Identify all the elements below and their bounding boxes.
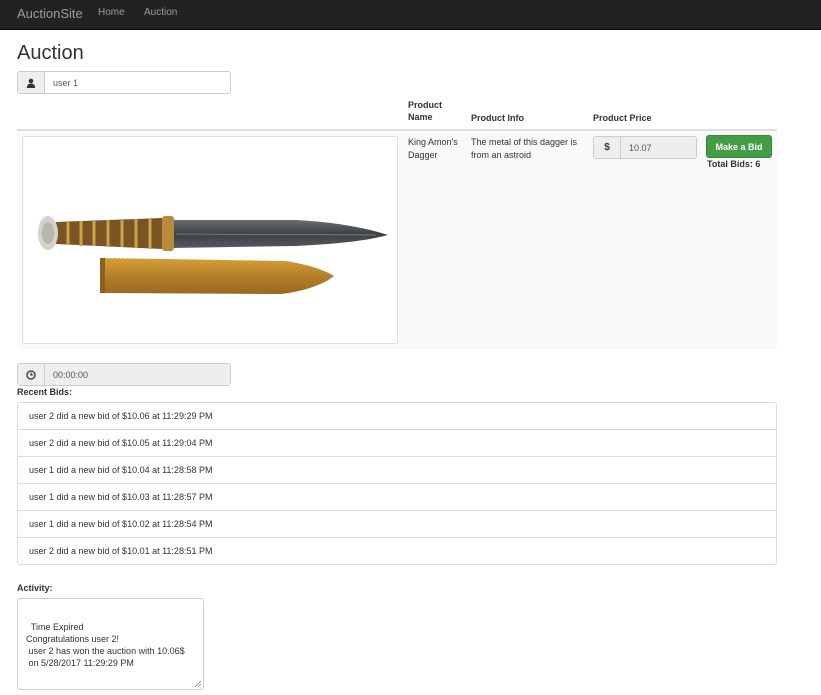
user-icon bbox=[18, 72, 45, 93]
price-field: 10.07 bbox=[621, 137, 696, 158]
make-bid-button[interactable]: Make a Bid bbox=[706, 135, 772, 158]
product-name-cell: King Amon's Dagger bbox=[408, 137, 458, 160]
resize-handle-icon[interactable] bbox=[194, 680, 201, 687]
timer-input-group: 00:00:00 bbox=[17, 363, 231, 386]
brand-link[interactable]: AuctionSite bbox=[17, 6, 83, 21]
list-item: user 1 did a new bid of $10.03 at 11:28:… bbox=[17, 483, 777, 511]
recent-bids-list: user 2 did a new bid of $10.06 at 11:29:… bbox=[17, 402, 777, 565]
navbar: AuctionSite Home Auction bbox=[0, 0, 821, 30]
product-price-header: Product Price bbox=[593, 113, 652, 123]
list-item: user 2 did a new bid of $10.05 at 11:29:… bbox=[17, 429, 777, 457]
clock-icon bbox=[18, 364, 45, 385]
price-input-group: $ 10.07 bbox=[593, 136, 697, 159]
nav-auction-link[interactable]: Auction bbox=[144, 7, 177, 18]
nav-home-link[interactable]: Home bbox=[98, 7, 125, 18]
timer-field: 00:00:00 bbox=[45, 364, 230, 385]
activity-text: Time Expired Congratulations user 2! use… bbox=[26, 622, 185, 668]
activity-label: Activity: bbox=[17, 583, 53, 593]
activity-textarea[interactable]: Time Expired Congratulations user 2! use… bbox=[17, 598, 204, 690]
product-name-header: Product Name bbox=[408, 100, 443, 122]
product-image bbox=[22, 136, 398, 344]
user-name-field[interactable]: user 1 bbox=[45, 72, 230, 93]
total-bids-label: Total Bids: 6 bbox=[707, 159, 761, 169]
product-info-header: Product Info bbox=[471, 113, 524, 123]
list-item: user 1 did a new bid of $10.04 at 11:28:… bbox=[17, 456, 777, 484]
dollar-icon: $ bbox=[594, 137, 621, 158]
recent-bids-label: Recent Bids: bbox=[17, 387, 73, 397]
product-info-cell: The metal of this dagger is from an astr… bbox=[471, 137, 578, 160]
list-item: user 1 did a new bid of $10.02 at 11:28:… bbox=[17, 510, 777, 538]
list-item: user 2 did a new bid of $10.06 at 11:29:… bbox=[17, 402, 777, 430]
list-item: user 2 did a new bid of $10.01 at 11:28:… bbox=[17, 537, 777, 565]
user-input-group: user 1 bbox=[17, 71, 231, 94]
page-title: Auction bbox=[17, 42, 84, 64]
dagger-image bbox=[38, 216, 388, 294]
